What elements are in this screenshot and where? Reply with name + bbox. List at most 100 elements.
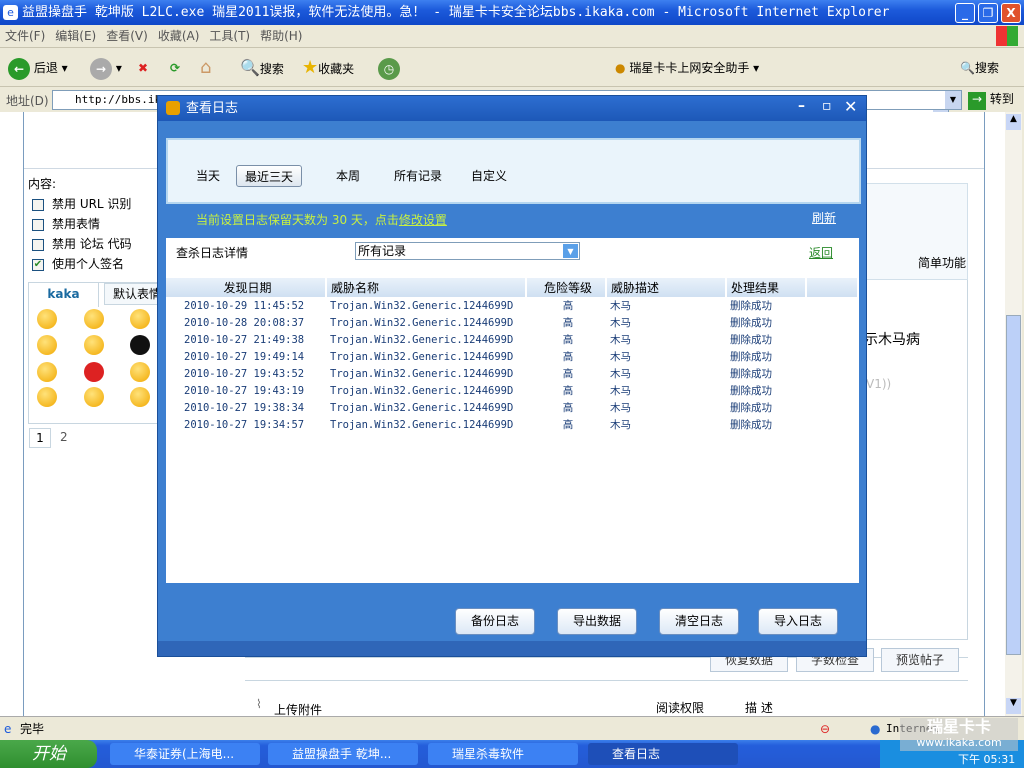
search-go-label: 搜索 bbox=[974, 61, 999, 75]
dialog-minimize-button[interactable]: – bbox=[798, 98, 805, 114]
dropdown-arrow-icon[interactable]: ▼ bbox=[563, 244, 578, 258]
stop-icon[interactable]: ✖ bbox=[138, 56, 148, 80]
task-label: 查看日志 bbox=[612, 747, 661, 761]
dialog-close-button[interactable]: ✕ bbox=[844, 97, 857, 116]
modify-settings-link[interactable]: 修改设置 bbox=[399, 213, 447, 227]
rising-helper-button[interactable]: ● 瑞星卡卡上网安全助手 ▾ bbox=[615, 56, 759, 80]
table-row[interactable]: 2010-10-28 20:08:37 Trojan.Win32.Generic.… bbox=[166, 314, 858, 331]
refresh-icon[interactable]: ⟳ bbox=[170, 56, 180, 80]
smiley-icon[interactable] bbox=[84, 362, 104, 382]
table-row[interactable]: 2010-10-27 19:43:19 Trojan.Win32.Generic.… bbox=[166, 382, 858, 399]
cell-threat-name: Trojan.Win32.Generic.1244699D bbox=[330, 333, 514, 346]
option-disable-bbcode[interactable]: 禁用 论坛 代码 bbox=[32, 234, 132, 254]
option-disable-url[interactable]: 禁用 URL 识别 bbox=[32, 194, 132, 214]
status-bar: 完毕 e ⊖ ● Internet bbox=[0, 716, 1024, 740]
export-data-button[interactable]: 导出数据 bbox=[557, 608, 637, 635]
tab-custom[interactable]: 自定义 bbox=[463, 165, 515, 187]
taskbar-item-huatai[interactable]: 华泰证券(上海电... bbox=[110, 743, 260, 765]
dialog-titlebar: 查看日志 bbox=[158, 96, 866, 121]
cell-result: 删除成功 bbox=[730, 419, 772, 431]
history-button[interactable]: ◷ bbox=[378, 56, 400, 80]
dialog-maximize-button[interactable]: ▫ bbox=[822, 98, 832, 114]
table-row[interactable]: 2010-10-27 19:43:52 Trojan.Win32.Generic.… bbox=[166, 365, 858, 382]
search-go-button[interactable]: 🔍搜索 bbox=[960, 56, 999, 80]
rising-helper-label: 瑞星卡卡上网安全助手 bbox=[629, 61, 750, 75]
taskbar-item-ie[interactable]: 益盟操盘手 乾坤... bbox=[268, 743, 418, 765]
taskbar-item-rising[interactable]: 瑞星杀毒软件 bbox=[428, 743, 578, 765]
close-button[interactable]: X bbox=[1001, 3, 1021, 23]
smiley-icon[interactable] bbox=[130, 309, 150, 329]
address-label: 地址(D) bbox=[6, 94, 49, 108]
rising-lion-icon bbox=[166, 101, 180, 115]
smiley-icon[interactable] bbox=[84, 335, 104, 355]
table-row[interactable]: 2010-10-27 19:49:14 Trojan.Win32.Generic.… bbox=[166, 348, 858, 365]
smiley-icon[interactable] bbox=[37, 362, 57, 382]
col-threat-name[interactable]: 威胁名称 bbox=[326, 278, 527, 297]
col-risk-level[interactable]: 危险等级 bbox=[526, 278, 607, 297]
minimize-button[interactable]: _ bbox=[955, 3, 975, 23]
smiley-icon[interactable] bbox=[130, 362, 150, 382]
table-row[interactable]: 2010-10-27 21:49:38 Trojan.Win32.Generic.… bbox=[166, 331, 858, 348]
option-use-signature[interactable]: ✔ 使用个人签名 bbox=[32, 254, 132, 274]
smiley-icon[interactable] bbox=[37, 387, 57, 407]
option-disable-smilies[interactable]: 禁用表情 bbox=[32, 214, 132, 234]
col-result[interactable]: 处理结果 bbox=[726, 278, 807, 297]
filter-select[interactable]: 所有记录 ▼ bbox=[355, 242, 580, 260]
search-button[interactable]: 🔍搜索 bbox=[240, 56, 284, 80]
tab-this-week[interactable]: 本周 bbox=[328, 165, 368, 187]
favorites-button[interactable]: ★收藏夹 bbox=[302, 56, 354, 80]
status-text: 完毕 bbox=[20, 722, 45, 736]
clear-log-button[interactable]: 清空日志 bbox=[659, 608, 739, 635]
scroll-down-icon[interactable]: ▼ bbox=[1006, 698, 1021, 714]
checkbox[interactable] bbox=[32, 218, 44, 231]
smiley-icon[interactable] bbox=[84, 309, 104, 329]
menu-view[interactable]: 查看(V) bbox=[101, 25, 153, 48]
tab-all-records[interactable]: 所有记录 bbox=[386, 165, 450, 187]
go-button[interactable]: → 转到 bbox=[968, 90, 1014, 110]
menu-tools[interactable]: 工具(T) bbox=[204, 25, 255, 48]
menu-favorites[interactable]: 收藏(A) bbox=[153, 25, 205, 48]
scroll-thumb[interactable] bbox=[1006, 315, 1021, 655]
refresh-link[interactable]: 刷新 bbox=[812, 209, 836, 226]
col-threat-desc[interactable]: 威胁描述 bbox=[606, 278, 727, 297]
tab-last-three-days[interactable]: 最近三天 bbox=[236, 165, 303, 187]
page-1[interactable]: 1 bbox=[29, 428, 51, 448]
smiley-icon[interactable] bbox=[37, 309, 57, 329]
col-date[interactable]: 发现日期 bbox=[166, 278, 327, 297]
tab-kaka[interactable]: kaka bbox=[29, 283, 99, 307]
menu-edit[interactable]: 编辑(E) bbox=[50, 25, 101, 48]
menu-file[interactable]: 文件(F) bbox=[0, 25, 50, 48]
vertical-scrollbar[interactable]: ▲ ▼ bbox=[1005, 112, 1022, 716]
backup-log-button[interactable]: 备份日志 bbox=[455, 608, 535, 635]
table-row[interactable]: 2010-10-27 19:34:57 Trojan.Win32.Generic.… bbox=[166, 416, 858, 433]
table-row[interactable]: 2010-10-29 11:45:52 Trojan.Win32.Generic.… bbox=[166, 297, 858, 314]
start-button[interactable]: 开始 bbox=[0, 740, 97, 768]
smiley-icon[interactable] bbox=[37, 335, 57, 355]
forward-button[interactable]: → ▾ bbox=[90, 56, 122, 80]
maximize-button[interactable]: ❐ bbox=[978, 3, 998, 23]
checkbox-checked[interactable]: ✔ bbox=[32, 258, 44, 271]
preview-post-button[interactable]: 预览帖子 bbox=[881, 648, 959, 672]
simple-mode-link[interactable]: 简单功能 bbox=[918, 254, 966, 271]
address-dropdown-icon[interactable]: ▼ bbox=[945, 91, 961, 109]
table-row[interactable]: 2010-10-27 19:38:34 Trojan.Win32.Generic.… bbox=[166, 399, 858, 416]
smiley-icon[interactable] bbox=[130, 387, 150, 407]
home-icon[interactable]: ⌂ bbox=[200, 56, 211, 80]
back-link[interactable]: 返回 bbox=[809, 244, 833, 261]
checkbox[interactable] bbox=[32, 238, 44, 251]
watermark: 瑞星卡卡 www.ikaka.com bbox=[900, 718, 1018, 751]
tab-default-smilies[interactable]: 默认表情 bbox=[104, 283, 164, 305]
menu-help[interactable]: 帮助(H) bbox=[255, 25, 307, 48]
tab-today[interactable]: 当天 bbox=[188, 165, 228, 187]
scroll-up-icon[interactable]: ▲ bbox=[1006, 114, 1021, 130]
page-2[interactable]: 2 bbox=[60, 430, 68, 444]
smiley-icon[interactable] bbox=[130, 335, 150, 355]
import-log-button[interactable]: 导入日志 bbox=[758, 608, 838, 635]
cell-filler bbox=[806, 314, 858, 331]
cell-filler bbox=[806, 297, 858, 314]
back-button[interactable]: ← 后退 ▾ bbox=[8, 56, 68, 80]
smiley-icon[interactable] bbox=[84, 387, 104, 407]
checkbox[interactable] bbox=[32, 198, 44, 211]
description-header: 描 述 bbox=[745, 701, 773, 715]
taskbar-item-view-log[interactable]: 查看日志 bbox=[588, 743, 738, 765]
